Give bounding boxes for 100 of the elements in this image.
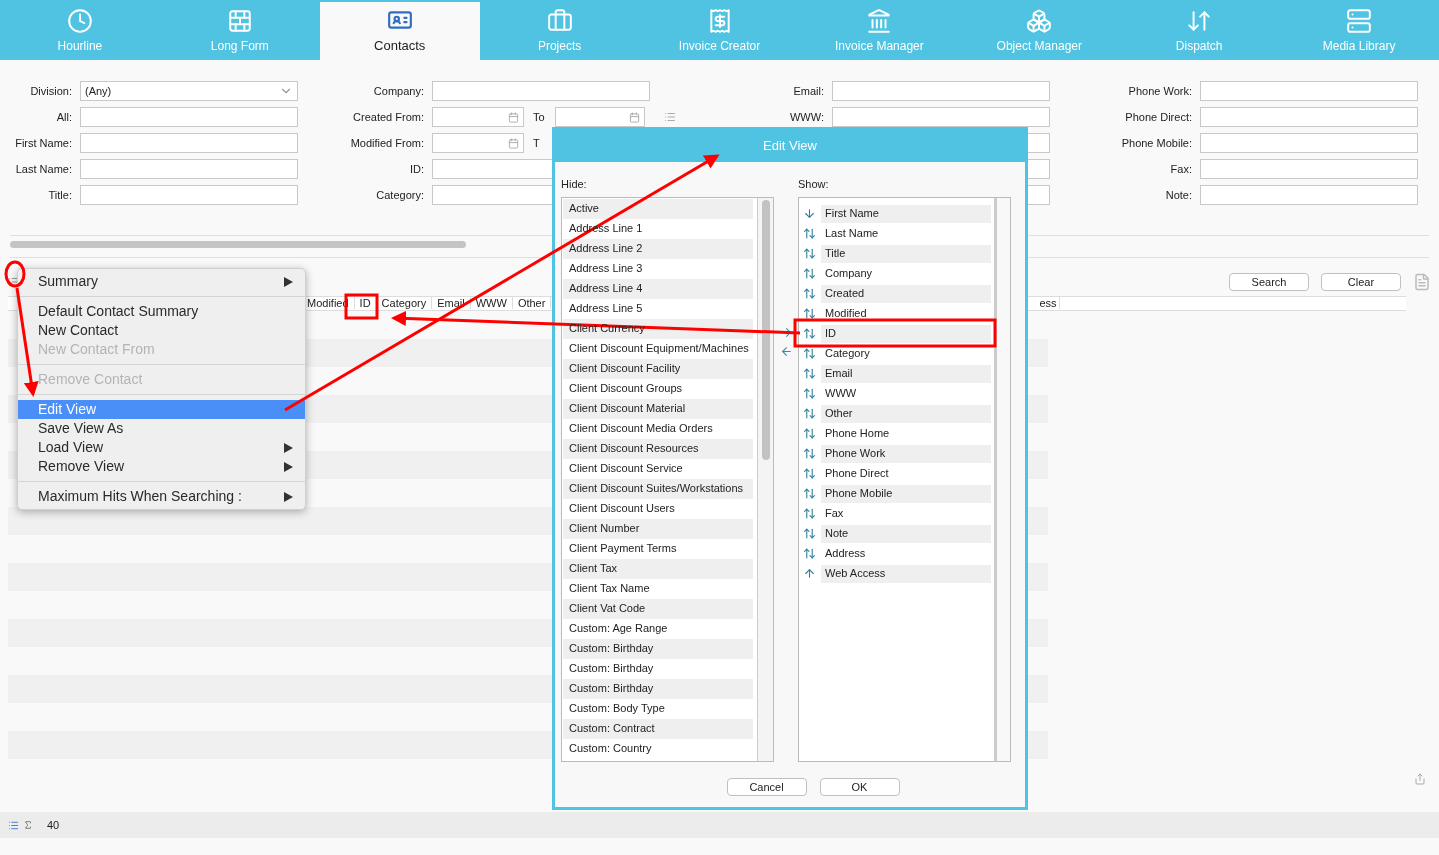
sigma-icon[interactable] <box>23 820 33 830</box>
up-down-arrows-icon[interactable] <box>803 487 816 500</box>
nav-tab[interactable]: Contacts <box>319 2 480 60</box>
up-down-arrows-icon[interactable] <box>803 547 816 560</box>
up-down-arrows-icon[interactable] <box>803 407 816 420</box>
scrollbar-thumb[interactable] <box>761 199 770 460</box>
submenu-arrow-icon <box>284 276 293 287</box>
input-field[interactable] <box>1200 81 1418 101</box>
field-label: Modified From: <box>349 135 424 151</box>
list-item[interactable]: Custom: Contract <box>563 718 753 739</box>
input-field[interactable] <box>832 81 1050 101</box>
list-item[interactable]: Phone Mobile <box>821 484 991 503</box>
up-down-arrows-icon[interactable] <box>803 267 816 280</box>
up-down-arrows-icon[interactable] <box>803 327 816 340</box>
bank-icon <box>866 7 893 34</box>
field-label: Category: <box>375 187 424 203</box>
list-item[interactable]: Phone Work <box>821 444 991 463</box>
list-item[interactable]: Client Discount Facility <box>563 358 753 379</box>
move-left-icon[interactable] <box>780 345 793 358</box>
document-icon[interactable] <box>1413 273 1431 291</box>
list-item[interactable]: Address Line 4 <box>563 278 753 299</box>
up-down-arrows-icon[interactable] <box>803 287 816 300</box>
cancel-button[interactable]: Cancel <box>726 777 807 796</box>
date-field[interactable] <box>432 133 524 153</box>
list-item[interactable]: Custom: Birthday <box>563 638 753 659</box>
list-icon[interactable] <box>8 819 19 831</box>
menu-item[interactable]: Remove View <box>18 457 305 476</box>
list-item[interactable]: Email <box>821 364 991 383</box>
menu-item[interactable]: New Contact <box>18 321 305 340</box>
clear-button[interactable]: Clear <box>1321 273 1401 291</box>
up-down-arrows-icon[interactable] <box>803 527 816 540</box>
date-field[interactable] <box>555 107 645 127</box>
list-item[interactable]: Client Discount Suites/Workstations <box>563 478 753 499</box>
column-header[interactable]: ess <box>1037 297 1060 309</box>
input-field[interactable] <box>80 159 298 179</box>
division-dropdown[interactable]: (Any) <box>80 81 298 101</box>
list-item[interactable]: Note <box>821 524 991 543</box>
up-down-arrows-icon[interactable] <box>803 247 816 260</box>
up-down-arrows-icon[interactable] <box>803 447 816 460</box>
dialog-title-bar: Edit View <box>555 130 1025 162</box>
list-item[interactable]: Client Number <box>563 518 753 539</box>
menu-item[interactable]: Load View <box>18 438 305 457</box>
menu-item[interactable]: Maximum Hits When Searching : <box>18 487 305 506</box>
up-down-arrows-icon[interactable] <box>803 467 816 480</box>
input-field[interactable] <box>1200 133 1418 153</box>
field-label: Division: <box>29 83 72 99</box>
list-item[interactable]: Client Discount Resources <box>563 438 753 459</box>
column-header[interactable]: Other <box>512 297 552 309</box>
field-label: Created From: <box>352 109 424 125</box>
up-down-arrows-icon[interactable] <box>803 427 816 440</box>
list-item[interactable]: Created <box>821 284 991 303</box>
list-item[interactable]: Client Vat Code <box>563 598 753 619</box>
arrow-up-icon[interactable] <box>803 567 816 580</box>
field-label: First Name: <box>14 135 72 151</box>
up-down-arrows-icon[interactable] <box>803 507 816 520</box>
submenu-arrow-icon <box>284 442 293 453</box>
input-field[interactable] <box>832 107 1050 127</box>
field-label: Last Name: <box>14 161 72 177</box>
list-item[interactable]: ID <box>821 324 991 343</box>
list-item[interactable]: Client Tax <box>563 558 753 579</box>
list-options-icon[interactable] <box>664 111 676 123</box>
field-label: Note: <box>1164 187 1192 203</box>
up-down-arrows-icon[interactable] <box>803 227 816 240</box>
list-item[interactable]: Active <box>563 198 753 219</box>
list-item[interactable]: Title <box>821 244 991 263</box>
list-item[interactable]: Web Access <box>821 564 991 583</box>
up-down-arrows-icon[interactable] <box>803 307 816 320</box>
list-item[interactable]: Client Discount Material <box>563 398 753 419</box>
arrow-down-icon[interactable] <box>803 207 816 220</box>
column-header[interactable]: WWW <box>470 297 513 309</box>
input-field[interactable] <box>80 133 298 153</box>
field-label: All: <box>55 109 72 125</box>
input-field[interactable] <box>1200 107 1418 127</box>
input-field[interactable] <box>80 107 298 127</box>
horizontal-scrollbar[interactable] <box>10 241 466 248</box>
up-down-arrows-icon[interactable] <box>803 347 816 360</box>
input-field[interactable] <box>1200 159 1418 179</box>
field-label: T <box>533 135 541 151</box>
list-item[interactable]: Custom: Birthday <box>563 678 753 699</box>
list-item[interactable]: First Name <box>821 204 991 223</box>
scrollbar-track[interactable] <box>994 197 1010 761</box>
up-down-arrows-icon[interactable] <box>803 387 816 400</box>
column-header[interactable]: Category <box>376 297 433 309</box>
input-field[interactable] <box>1200 185 1418 205</box>
date-field[interactable] <box>432 107 524 127</box>
up-down-arrows-icon[interactable] <box>803 367 816 380</box>
column-header[interactable]: ID <box>354 297 377 309</box>
input-field[interactable] <box>432 81 650 101</box>
record-count: 40 <box>47 817 60 833</box>
menu-item[interactable]: Save View As <box>18 419 305 438</box>
list-label: Hide: <box>561 177 588 192</box>
share-icon[interactable] <box>1414 773 1426 785</box>
search-button[interactable]: Search <box>1229 273 1309 291</box>
list-item[interactable]: Other <box>821 404 991 423</box>
field-label: Phone Mobile: <box>1120 135 1192 151</box>
ok-button[interactable]: OK <box>819 777 900 796</box>
menu-item[interactable]: Default Contact Summary <box>18 302 305 321</box>
input-field[interactable] <box>80 185 298 205</box>
calendar-icon <box>629 111 640 123</box>
menu-item[interactable]: Summary <box>18 272 305 291</box>
